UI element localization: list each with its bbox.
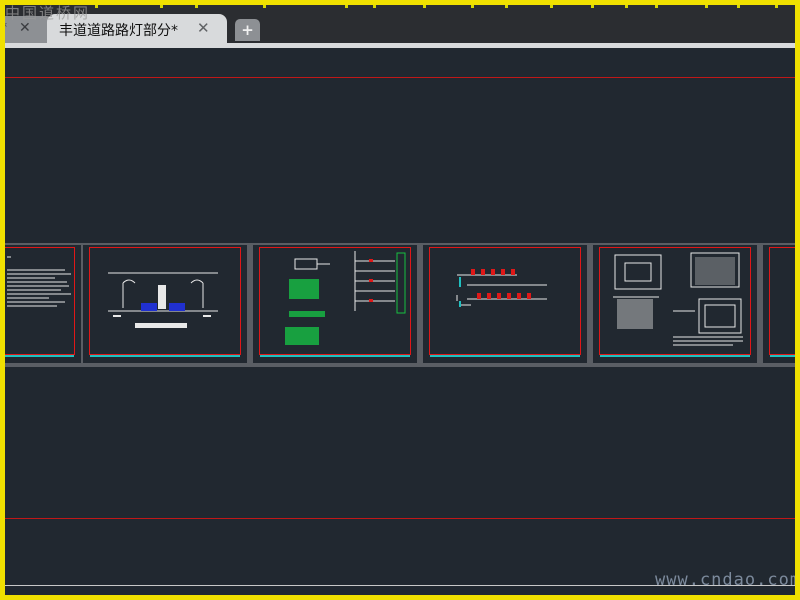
sheet-6-title-block	[770, 355, 795, 357]
bottom-boundary-line	[5, 518, 795, 519]
ruler-marks	[95, 5, 778, 8]
sheet-2-title-block	[90, 355, 240, 357]
layout-sheet-1[interactable]	[5, 245, 81, 363]
layout-strip	[5, 243, 795, 367]
layout-sheet-5[interactable]	[593, 245, 757, 363]
sheet-1-title-block	[5, 355, 74, 357]
layout-sheet-6[interactable]	[763, 245, 795, 363]
sheet-1-notes	[7, 256, 71, 307]
new-tab-button[interactable]: +	[235, 19, 260, 41]
sheet-2-road-section	[108, 272, 218, 328]
top-boundary-line	[5, 77, 795, 78]
watermark-bottom-right: www.cndao.com	[655, 570, 795, 590]
sheet-3-title-block	[260, 355, 410, 357]
sheet-4-title-block	[430, 355, 580, 357]
tab-active-close-icon[interactable]: ✕	[197, 19, 210, 37]
cad-window: * ✕ 丰道道路路灯部分* ✕ +	[5, 5, 795, 595]
layout-sheet-4[interactable]	[423, 245, 587, 363]
sheet-4-cable-layout	[456, 269, 547, 307]
tab-active-label: 丰道道路路灯部分*	[59, 23, 178, 39]
sheet-6-frame	[769, 247, 795, 355]
tab-bar: * ✕ 丰道道路路灯部分* ✕ +	[5, 5, 795, 46]
sheet-3-wiring-diagram	[285, 251, 406, 345]
tab-underline	[5, 43, 795, 48]
layout-sheet-2[interactable]	[83, 245, 247, 363]
sheet-5-manhole-detail	[613, 252, 743, 346]
layout-sheet-3[interactable]	[253, 245, 417, 363]
sheet-5-title-block	[600, 355, 750, 357]
watermark-top-left: 中国道桥网	[5, 5, 91, 22]
